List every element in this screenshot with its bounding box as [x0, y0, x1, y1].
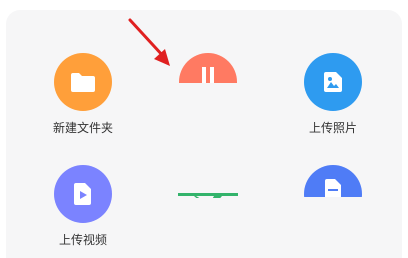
annotation-arrow [128, 18, 170, 66]
